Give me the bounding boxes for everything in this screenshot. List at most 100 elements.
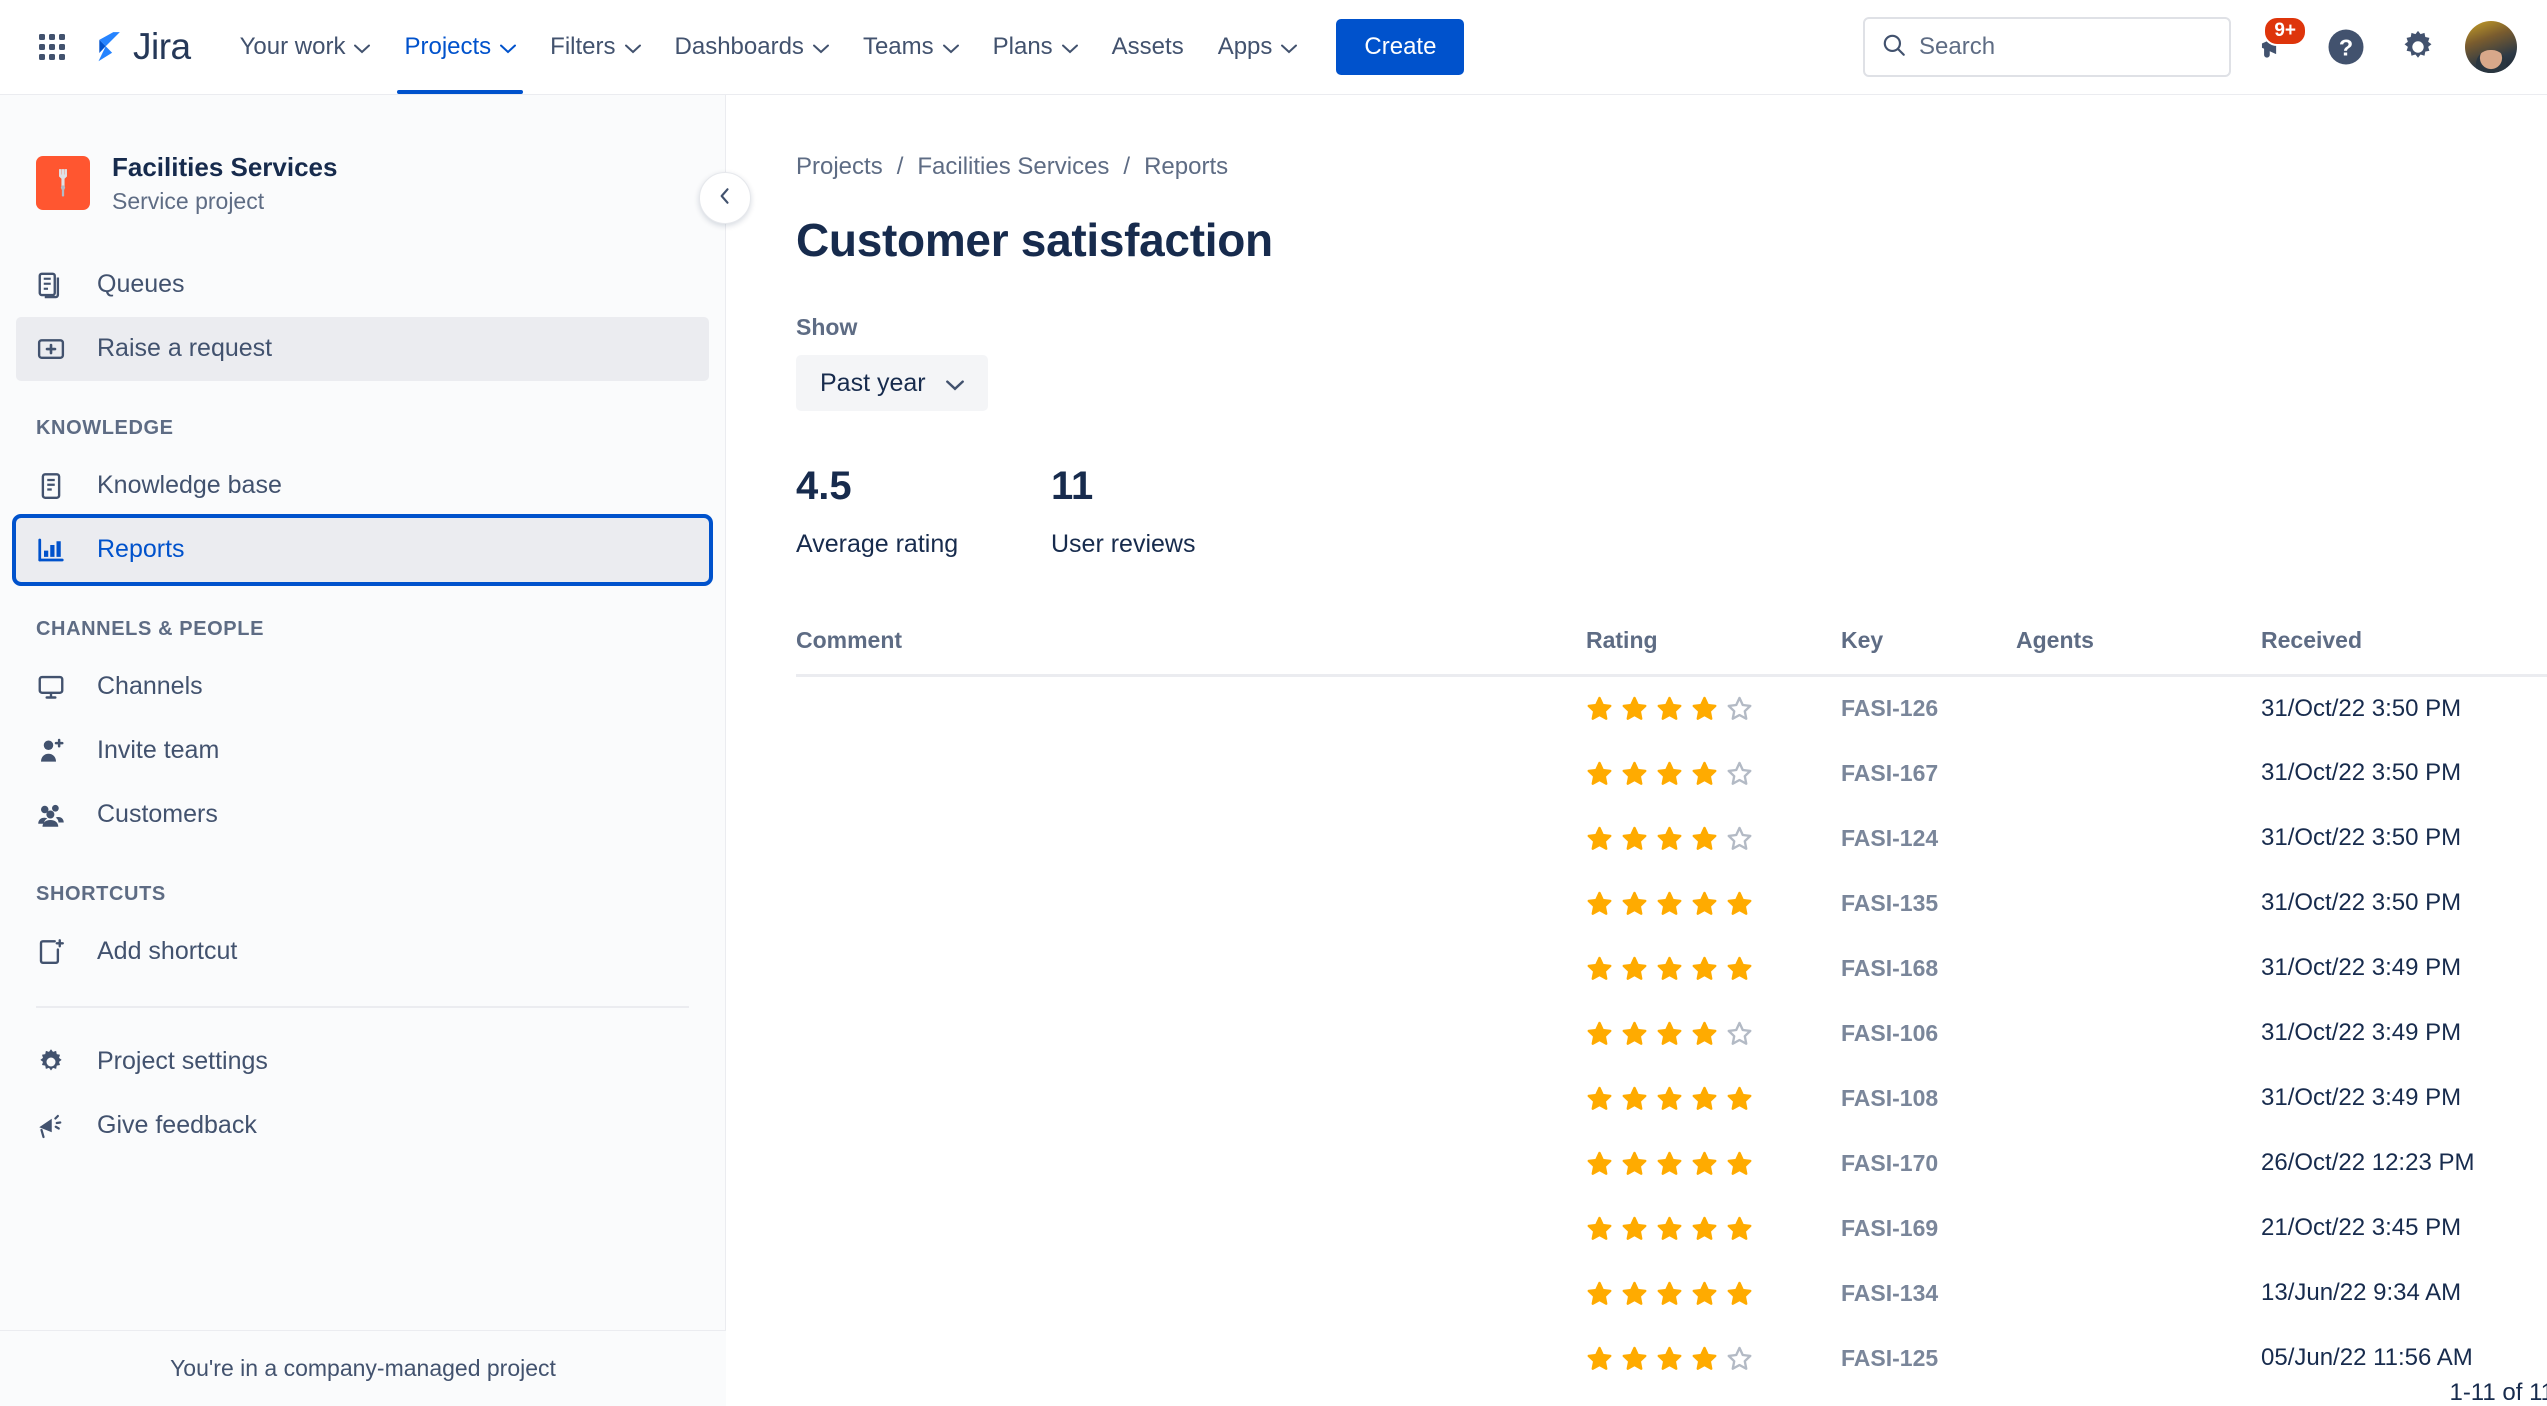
sidebar-item-raise-a-request[interactable]: Raise a request [16,316,709,381]
table-row[interactable]: FASI-170 26/Oct/22 12:23 PM [796,1131,2547,1196]
user-avatar[interactable] [2465,21,2517,73]
pagination-label: 1-11 of 11 [796,1379,2547,1406]
table-row[interactable]: FASI-167 31/Oct/22 3:50 PM [796,741,2547,806]
sidebar-item-queues[interactable]: Queues [16,253,709,317]
cell-key[interactable]: FASI-126 [1841,676,2016,741]
help-button[interactable]: ? [2317,18,2375,76]
table-body: FASI-126 31/Oct/22 3:50 PM FASI-167 31/Oct/… [796,676,2547,1391]
breadcrumb-projects[interactable]: Projects [796,153,883,181]
cell-key[interactable]: FASI-124 [1841,806,2016,871]
people-icon [36,800,76,830]
cell-key[interactable]: FASI-168 [1841,936,2016,1001]
stat-value: 11 [1051,464,1094,508]
cell-key[interactable]: FASI-135 [1841,871,2016,936]
show-period-value: Past year [820,368,926,397]
star-rating [1586,1215,1841,1242]
create-button[interactable]: Create [1336,19,1465,75]
main-content: Projects / Facilities Services / Reports… [727,95,2547,1406]
app-switcher-button[interactable] [32,27,72,67]
star-icon [1692,1216,1717,1240]
cell-key[interactable]: FASI-170 [1841,1131,2016,1196]
nav-apps[interactable]: Apps [1201,0,1315,94]
breadcrumb: Projects / Facilities Services / Reports [796,153,2547,181]
nav-assets[interactable]: Assets [1095,0,1201,94]
nav-teams[interactable]: Teams [846,0,976,94]
sidebar-item-give-feedback[interactable]: Give feedback [16,1094,709,1158]
table-row[interactable]: FASI-169 21/Oct/22 3:45 PM [796,1196,2547,1261]
chevron-down-icon [500,33,517,61]
stat-average-rating: 4.5 Average rating [796,466,1051,559]
sidebar-item-label: Give feedback [97,1111,257,1139]
notifications-button[interactable]: 9+ [2245,16,2307,76]
star-icon [1727,696,1752,721]
chevron-down-icon [1281,33,1298,61]
nav-plans[interactable]: Plans [976,0,1095,94]
sidebar-item-channels[interactable]: Channels [16,655,709,719]
bar-chart-icon [36,535,76,565]
chevron-left-icon [715,186,735,211]
stat-label: Average rating [796,530,959,558]
sidebar-item-label: Channels [97,672,203,700]
cell-key[interactable]: FASI-169 [1841,1196,2016,1261]
star-icon [1657,1086,1682,1110]
stat-label: User reviews [1051,530,1196,558]
cell-rating [1586,871,1841,936]
cell-rating [1586,1261,1841,1326]
table-row[interactable]: FASI-168 31/Oct/22 3:49 PM [796,936,2547,1001]
star-rating [1586,890,1841,917]
sidebar-item-project-settings[interactable]: Project settings [16,1030,709,1094]
cell-agents [2016,1131,2261,1196]
search-input[interactable] [1919,33,2169,61]
nav-dashboards[interactable]: Dashboards [658,0,846,94]
star-icon [1692,891,1717,915]
cell-agents [2016,741,2261,806]
cell-received: 31/Oct/22 3:50 PM [2261,694,2462,722]
sidebar-item-add-shortcut[interactable]: Add shortcut [16,920,709,984]
cell-key[interactable]: FASI-134 [1841,1261,2016,1326]
nav-projects[interactable]: Projects [387,0,533,94]
sidebar-footer-text: You're in a company-managed project [0,1330,726,1406]
sidebar-item-reports[interactable]: Reports [12,513,713,586]
project-name: Facilities Services [112,152,338,182]
table-row[interactable]: FASI-134 13/Jun/22 9:34 AM [796,1261,2547,1326]
breadcrumb-facilities-services[interactable]: Facilities Services [917,153,1109,181]
gear-icon [2404,30,2432,58]
sidebar-item-invite-team[interactable]: Invite team [16,719,709,783]
cell-agents [2016,1001,2261,1066]
sidebar-section-shortcuts: SHORTCUTS [36,882,166,905]
show-period-select[interactable]: Past year [796,355,988,411]
nav-filters[interactable]: Filters [533,0,657,94]
cell-received: 31/Oct/22 3:49 PM [2261,1019,2462,1046]
cell-key[interactable]: FASI-108 [1841,1066,2016,1131]
star-icon [1622,1086,1647,1110]
table-row[interactable]: FASI-126 31/Oct/22 3:50 PM [796,676,2547,741]
breadcrumb-reports[interactable]: Reports [1144,153,1228,181]
nav-your-work[interactable]: Your work [223,0,388,94]
sidebar-collapse-button[interactable] [699,172,751,224]
project-header[interactable]: Facilities Services Service project [0,95,725,215]
table-row[interactable]: FASI-108 31/Oct/22 3:49 PM [796,1066,2547,1131]
jira-home-link[interactable]: Jira [86,26,191,68]
star-icon [1587,1346,1612,1370]
table-row[interactable]: FASI-106 31/Oct/22 3:49 PM [796,1001,2547,1066]
star-icon [1622,1346,1647,1370]
star-icon [1622,1216,1647,1240]
column-header-received: Received [2261,627,2547,677]
cell-comment [796,1001,1586,1066]
settings-button[interactable] [2389,18,2447,76]
raise-request-icon [36,334,76,364]
table-row[interactable]: FASI-135 31/Oct/22 3:50 PM [796,871,2547,936]
cell-key[interactable]: FASI-106 [1841,1001,2016,1066]
sidebar-item-customers[interactable]: Customers [16,783,709,847]
project-sidebar: Facilities Services Service project Queu… [0,95,726,1406]
star-icon [1587,1086,1612,1110]
cell-key[interactable]: FASI-167 [1841,741,2016,806]
monitor-icon [36,672,76,702]
jira-wordmark: Jira [133,26,191,67]
sidebar-item-knowledge-base[interactable]: Knowledge base [16,454,709,518]
table-row[interactable]: FASI-124 31/Oct/22 3:50 PM [796,806,2547,871]
cell-rating [1586,936,1841,1001]
star-icon [1727,1021,1752,1045]
search-box[interactable] [1863,17,2231,77]
chevron-down-icon [354,33,371,61]
